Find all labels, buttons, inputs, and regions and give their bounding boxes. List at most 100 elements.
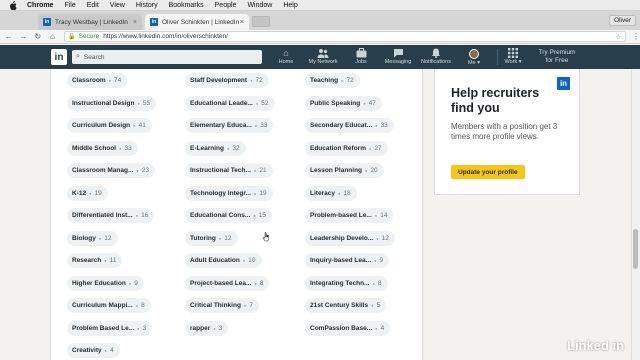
endorsement-count: 32: [232, 144, 240, 152]
skill-pill[interactable]: rapper ● 3: [185, 320, 229, 336]
linkedin-navbar: in ⌕ Search ⌂ Home My Network Jobs Messa…: [0, 45, 640, 69]
skill-pill[interactable]: Integrating Techn... ● 8: [305, 275, 388, 291]
home-button-icon[interactable]: ⌂: [47, 31, 59, 43]
tab-oliver-schinkten[interactable]: in Oliver Schinkten | LinkedIn ×: [145, 14, 249, 30]
jobs-icon: [343, 48, 379, 59]
skill-pill[interactable]: 21st Century Skills ● 5: [305, 298, 387, 313]
menu-window[interactable]: Window: [247, 2, 272, 9]
skill-name: E-Learning: [190, 144, 224, 152]
dot-separator-icon: ●: [253, 168, 257, 173]
dot-separator-icon: ●: [375, 325, 378, 331]
forward-arrow-icon[interactable]: →: [18, 31, 30, 43]
skill-pill[interactable]: Leadership Develo... ● 12: [305, 230, 395, 246]
endorsement-count: 72: [255, 77, 263, 84]
skill-pill[interactable]: Critical Thinking ● 7: [185, 298, 259, 313]
skill-name: Staff Development: [190, 77, 248, 84]
skill-pill[interactable]: Instructional Tech... ● 21: [185, 163, 273, 178]
endorsement-count: 8: [259, 279, 264, 287]
endorsement-count: 16: [141, 212, 149, 219]
skill-pill[interactable]: Research ● 11: [67, 253, 123, 268]
address-bar[interactable]: 🔒 Secure https://www.linkedin.com/in/oli…: [64, 31, 627, 42]
skill-pill[interactable]: Instructional Design ● 55: [67, 95, 157, 111]
endorsement-count: 23: [141, 167, 150, 174]
new-tab-button[interactable]: [252, 16, 270, 27]
skill-pill[interactable]: Classroom Manag... ● 23: [67, 163, 156, 178]
menu-view[interactable]: View: [110, 2, 125, 9]
url-text[interactable]: https://www.linkedin.com/in/oliverschink…: [103, 33, 228, 40]
skill-pill[interactable]: Adult Education ● 10: [185, 253, 262, 268]
skill-pill[interactable]: Lesson Planning ● 20: [305, 163, 384, 178]
nav-my-network[interactable]: My Network: [305, 48, 341, 65]
skill-name: Differentiated Inst...: [72, 212, 133, 219]
skill-pill[interactable]: Tutoring ● 12: [185, 230, 238, 246]
close-tab-icon[interactable]: ×: [240, 19, 244, 26]
skill-pill[interactable]: ComPassion Base... ● 4: [305, 320, 391, 336]
skill-pill[interactable]: K-12 ● 19: [67, 185, 108, 201]
update-profile-button[interactable]: Update your profile: [451, 165, 525, 179]
skill-pill[interactable]: Staff Development ● 72: [185, 73, 269, 88]
linkedin-logo[interactable]: in: [51, 49, 67, 65]
skill-pill[interactable]: Literacy ● 18: [305, 185, 357, 201]
nav-label: My Network: [308, 59, 338, 65]
skill-pill[interactable]: Middle School ● 33: [67, 140, 138, 156]
skill-pill[interactable]: Higher Education ● 9: [67, 275, 144, 291]
skill-name: Problem-based Le...: [310, 212, 372, 219]
bookmark-star-icon[interactable]: ☆: [615, 33, 621, 41]
reload-icon[interactable]: ↻: [32, 31, 44, 43]
close-tab-icon[interactable]: ×: [133, 19, 137, 26]
menu-people[interactable]: People: [215, 2, 237, 9]
menu-file[interactable]: File: [64, 2, 75, 9]
nav-label: Messaging: [384, 59, 412, 65]
nav-jobs[interactable]: Jobs: [343, 48, 379, 65]
nav-home[interactable]: ⌂ Home: [268, 48, 304, 65]
skill-pill[interactable]: Secondary Educat... ● 33: [305, 118, 394, 133]
back-arrow-icon[interactable]: ←: [3, 31, 15, 43]
skill-name: Education Reform: [310, 144, 366, 152]
skill-name: 21st Century Skills: [310, 302, 369, 309]
nav-me[interactable]: Me ▾: [456, 48, 492, 66]
skill-pill[interactable]: Elementary Educa... ● 33: [185, 118, 274, 133]
skill-pill[interactable]: Educational Cons... ● 15: [185, 208, 272, 223]
menu-edit[interactable]: Edit: [87, 2, 99, 9]
try-premium-link[interactable]: Try Premium for Free: [531, 49, 583, 65]
skill-pill[interactable]: Problem-based Le... ● 14: [305, 208, 394, 223]
apple-icon[interactable]: [8, 0, 17, 10]
nav-notifications[interactable]: Notifications: [418, 48, 454, 65]
menu-history[interactable]: History: [136, 2, 158, 9]
search-input[interactable]: ⌕ Search: [72, 50, 262, 64]
skill-pill[interactable]: Educational Leade... ● 52: [185, 95, 275, 111]
skill-pill[interactable]: E-Learning ● 32: [185, 140, 246, 156]
skill-pill[interactable]: Differentiated Inst... ● 16: [67, 208, 155, 223]
skill-pill[interactable]: Biology ● 12: [67, 230, 118, 246]
page-scrollbar[interactable]: [631, 69, 640, 360]
skill-name: Classroom Manag...: [72, 167, 134, 174]
menu-app-chrome[interactable]: Chrome: [27, 2, 53, 9]
chrome-menu-icon[interactable]: ⋮: [632, 32, 640, 41]
tab-tracy-westbay[interactable]: in Tracy Westbay | LinkedIn ×: [38, 14, 142, 30]
skill-pill[interactable]: Classroom ● 74: [67, 73, 128, 88]
dot-separator-icon: ●: [133, 123, 136, 128]
skill-pill[interactable]: Curriculum Design ● 41: [67, 118, 152, 133]
endorsement-count: 33: [124, 144, 132, 152]
avatar: [469, 48, 479, 59]
nav-label: Me ▾: [468, 59, 480, 66]
endorsement-count: 47: [368, 99, 376, 107]
skill-pill[interactable]: Curriculum Mappi... ● 8: [67, 298, 151, 313]
nav-work[interactable]: Work ▾: [495, 48, 531, 65]
endorsement-count: 55: [142, 99, 151, 107]
nav-messaging[interactable]: Messaging: [380, 48, 416, 65]
menu-bookmarks[interactable]: Bookmarks: [169, 2, 204, 9]
browser-profile-button[interactable]: Oliver: [609, 15, 636, 26]
scrollbar-thumb[interactable]: [633, 229, 638, 269]
skill-pill[interactable]: Public Speaking ● 47: [305, 95, 382, 111]
skill-pill[interactable]: Education Reform ● 27: [305, 140, 388, 156]
skill-pill[interactable]: Problem Based Le... ● 3: [67, 320, 153, 336]
skill-pill[interactable]: Inquiry-based Lea... ● 9: [305, 253, 390, 268]
skill-pill[interactable]: Project-based Lea... ● 8: [185, 275, 270, 291]
menu-help[interactable]: Help: [283, 2, 297, 9]
skill-pill[interactable]: Creativity ● 4: [67, 343, 120, 358]
skill-pill[interactable]: Technology Integr... ● 19: [185, 185, 273, 201]
dot-separator-icon: ●: [374, 258, 377, 263]
dot-separator-icon: ●: [255, 100, 259, 106]
skill-pill[interactable]: Teaching ● 72: [305, 73, 360, 88]
